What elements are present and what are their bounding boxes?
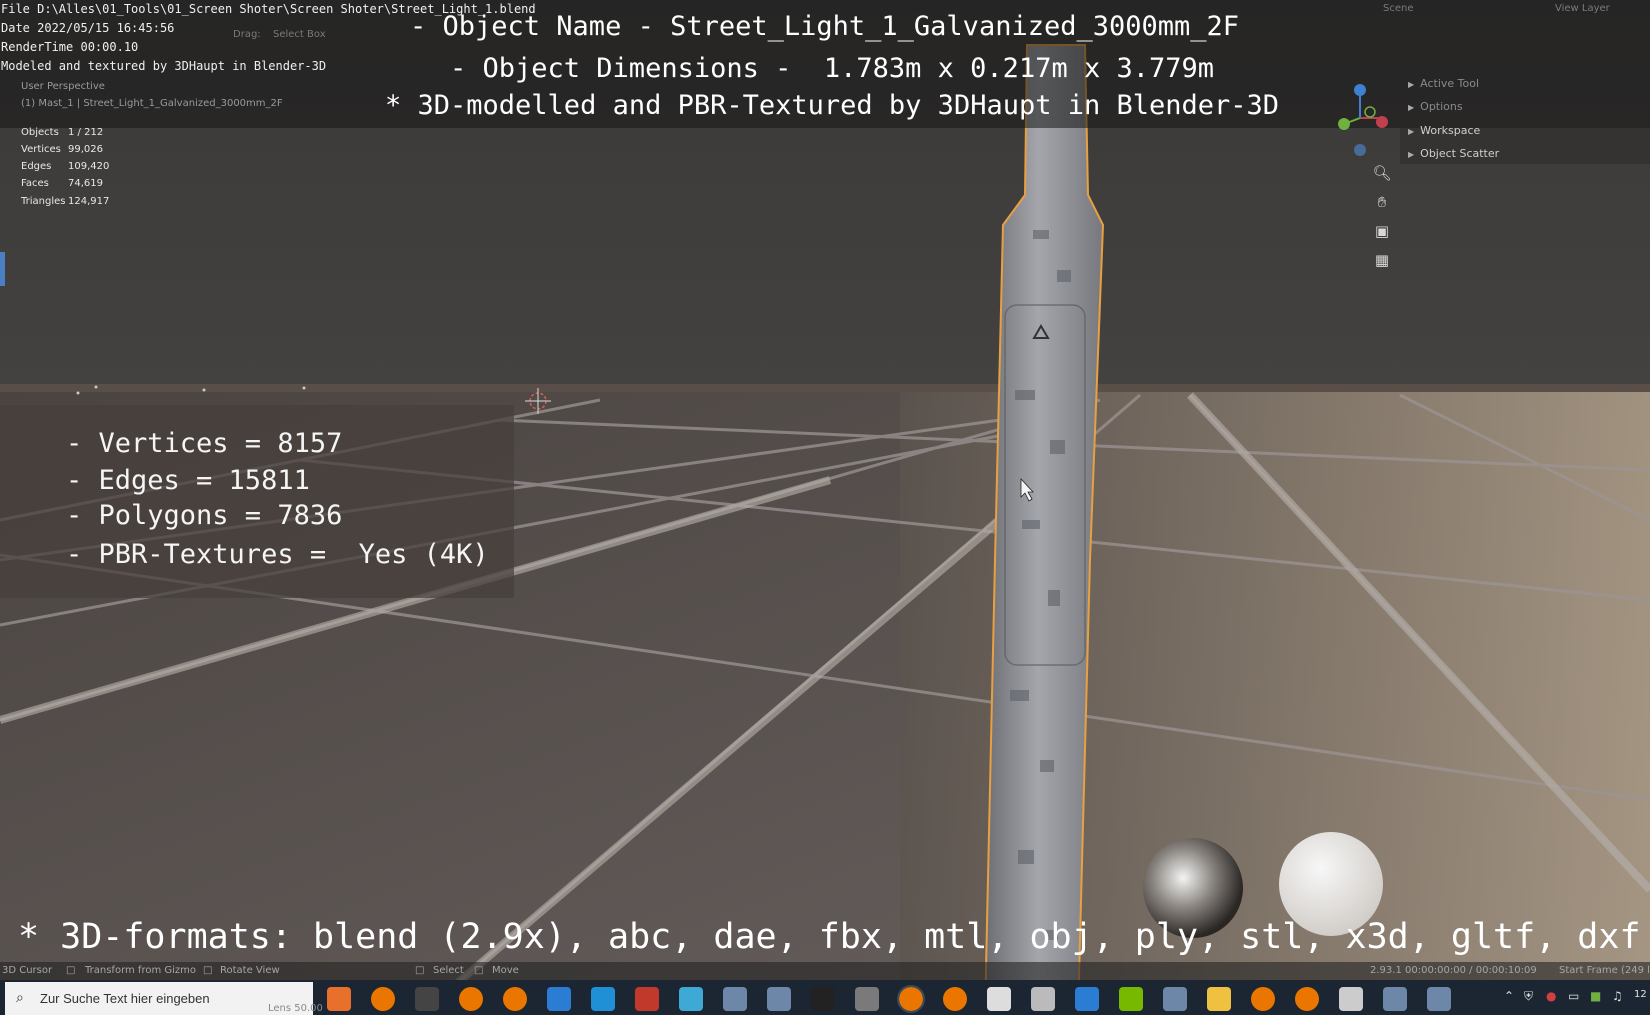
notes-icon[interactable] bbox=[679, 987, 703, 1011]
object-name-line: - Object Name - Street_Light_1_Galvanize… bbox=[410, 11, 1240, 42]
panda-icon[interactable] bbox=[987, 987, 1011, 1011]
stat-value: 124,917 bbox=[68, 196, 110, 207]
collection-label: (1) Mast_1 | Street_Light_1_Galvanized_3… bbox=[21, 98, 283, 109]
nvidia-icon[interactable] bbox=[1119, 987, 1143, 1011]
obs-icon[interactable] bbox=[415, 987, 439, 1011]
stat-key: Objects bbox=[21, 127, 59, 138]
cube-icon[interactable] bbox=[1031, 987, 1055, 1011]
blender-icon[interactable] bbox=[1251, 987, 1275, 1011]
stat-key: Edges bbox=[21, 161, 52, 172]
blender-icon[interactable] bbox=[459, 987, 483, 1011]
select-box-dropdown[interactable]: Select Box bbox=[273, 29, 326, 40]
date-text: Date 2022/05/15 16:45:56 bbox=[1, 21, 175, 35]
active-tool-indicator[interactable] bbox=[0, 252, 5, 286]
view-layer-selector[interactable]: View Layer bbox=[1555, 3, 1610, 14]
mouse-left-icon: □ bbox=[66, 965, 76, 976]
app-icon[interactable] bbox=[723, 987, 747, 1011]
status-transform-gizmo: Transform from Gizmo bbox=[85, 965, 197, 976]
object-dimensions-line: - Object Dimensions - 1.783m x 0.217m x … bbox=[450, 53, 1215, 84]
tool-icon[interactable] bbox=[855, 987, 879, 1011]
app-icon[interactable] bbox=[1383, 987, 1407, 1011]
mouse-middle-icon: □ bbox=[203, 965, 213, 976]
blender-icon[interactable] bbox=[503, 987, 527, 1011]
mouse-right-icon: □ bbox=[474, 965, 484, 976]
panel-item-active-tool[interactable]: ▶ Active Tool bbox=[1408, 77, 1479, 90]
render-time-text: RenderTime 00:00.10 bbox=[1, 40, 139, 54]
firefox-icon[interactable] bbox=[327, 987, 351, 1011]
stat-value: 109,420 bbox=[68, 161, 110, 172]
calendar-icon[interactable] bbox=[1075, 987, 1099, 1011]
tray-chevron-icon[interactable]: ⌃ bbox=[1504, 989, 1514, 1003]
polygons-line: - Polygons = 7836 bbox=[66, 500, 343, 531]
expand-triangle-icon: ▶ bbox=[1408, 150, 1415, 159]
credit-line: * 3D-modelled and PBR-Textured by 3DHaup… bbox=[385, 90, 1280, 121]
stat-key: Vertices bbox=[21, 144, 61, 155]
formats-line: * 3D-formats: blend (2.9x), abc, dae, fb… bbox=[18, 917, 1641, 957]
zoom-icon[interactable]: 🔍︎ bbox=[1371, 162, 1393, 184]
stat-value: 99,026 bbox=[68, 144, 103, 155]
expand-triangle-icon: ▶ bbox=[1408, 127, 1415, 136]
camera-view-icon[interactable]: ▣ bbox=[1371, 220, 1393, 242]
tray-app-icon[interactable]: ● bbox=[1546, 989, 1556, 1003]
status-version-time: 2.93.1 00:00:00:00 / 00:00:10:09 bbox=[1370, 965, 1537, 976]
drag-label: Drag: bbox=[233, 29, 261, 40]
expand-triangle-icon: ▶ bbox=[1408, 103, 1415, 112]
scene-selector[interactable]: Scene bbox=[1383, 3, 1414, 14]
tray-network-icon[interactable]: ⛨ bbox=[1524, 989, 1533, 1004]
stat-key: Faces bbox=[21, 178, 49, 189]
gizmo-x-axis-icon bbox=[1376, 116, 1388, 128]
expand-triangle-icon: ▶ bbox=[1408, 80, 1415, 89]
blender-icon[interactable] bbox=[943, 987, 967, 1011]
tray-battery-icon[interactable]: ▭ bbox=[1568, 989, 1579, 1003]
tray-volume-icon[interactable]: ♫ bbox=[1612, 989, 1623, 1003]
gizmo-z-axis-icon bbox=[1354, 84, 1366, 96]
tray-clock[interactable]: 12 bbox=[1634, 989, 1647, 1000]
status-select: Select bbox=[433, 965, 464, 976]
app-icon[interactable] bbox=[1427, 987, 1451, 1011]
edges-line: - Edges = 15811 bbox=[66, 465, 310, 496]
app-icon[interactable] bbox=[767, 987, 791, 1011]
edge-icon[interactable] bbox=[591, 987, 615, 1011]
app-icon[interactable] bbox=[1163, 987, 1187, 1011]
blender-icon[interactable] bbox=[371, 987, 395, 1011]
gizmo-neg-z-icon bbox=[1354, 144, 1366, 156]
status-rotate-view: Rotate View bbox=[220, 965, 280, 976]
mail-icon[interactable] bbox=[547, 987, 571, 1011]
navigation-gizmo[interactable] bbox=[1330, 78, 1390, 158]
settings-icon[interactable] bbox=[1339, 987, 1363, 1011]
folder-icon[interactable] bbox=[1207, 987, 1231, 1011]
modeled-by-text: Modeled and textured by 3DHaupt in Blend… bbox=[1, 59, 327, 73]
pan-hand-icon[interactable]: ✋︎ bbox=[1371, 191, 1393, 213]
pbr-textures-line: - PBR-Textures = Yes (4K) bbox=[66, 539, 489, 570]
stat-key: Triangles bbox=[21, 196, 66, 207]
ortho-grid-icon[interactable]: ▦ bbox=[1371, 249, 1393, 271]
stat-value: 1 / 212 bbox=[68, 127, 104, 138]
perspective-label: User Perspective bbox=[21, 81, 105, 92]
panel-item-workspace[interactable]: ▶ Workspace bbox=[1408, 124, 1480, 137]
status-start-frame: Start Frame (249 le bbox=[1559, 965, 1650, 976]
stat-value: 74,619 bbox=[68, 178, 103, 189]
mouse-left-icon: □ bbox=[415, 965, 425, 976]
status-move: Move bbox=[492, 965, 519, 976]
lens-label: Lens 50.00 bbox=[268, 1003, 323, 1014]
panel-item-options[interactable]: ▶ Options bbox=[1408, 100, 1463, 113]
vertices-line: - Vertices = 8157 bbox=[66, 428, 343, 459]
terminal-icon[interactable] bbox=[811, 987, 835, 1011]
app-red-icon[interactable] bbox=[635, 987, 659, 1011]
search-icon: ⌕ bbox=[16, 990, 24, 1006]
search-placeholder: Zur Suche Text hier eingeben bbox=[40, 991, 210, 1006]
tray-app-icon[interactable]: ■ bbox=[1590, 989, 1601, 1003]
status-3d-cursor: 3D Cursor bbox=[2, 965, 53, 976]
panel-item-object-scatter[interactable]: ▶ Object Scatter bbox=[1408, 147, 1499, 160]
blender-icon[interactable] bbox=[897, 985, 925, 1013]
gizmo-y-axis-icon bbox=[1338, 118, 1350, 130]
blender-icon[interactable] bbox=[1295, 987, 1319, 1011]
